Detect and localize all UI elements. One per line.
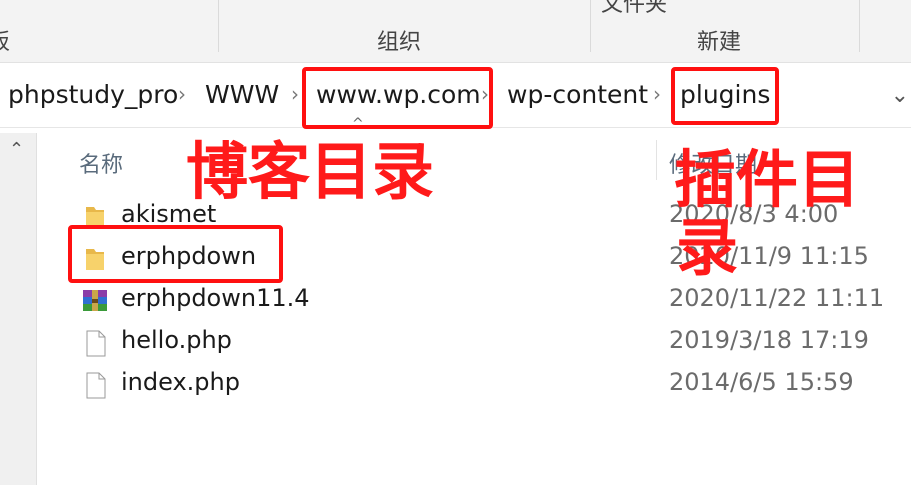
- breadcrumb-wp-content[interactable]: wp-content: [507, 80, 648, 109]
- ribbon-group-organize: 组织: [377, 30, 422, 55]
- ribbon-divider: [218, 0, 219, 52]
- breadcrumb-www[interactable]: WWW: [205, 80, 279, 109]
- chevron-right-icon[interactable]: ›: [653, 82, 661, 106]
- file-date: 2019/3/18 17:19: [669, 326, 869, 354]
- file-icon: [86, 330, 106, 357]
- ribbon-new-folder-label[interactable]: 文件夹: [601, 0, 667, 18]
- annotation-box-blog-dir: [302, 67, 493, 129]
- ribbon-divider: [590, 0, 591, 52]
- archive-icon: [83, 290, 107, 311]
- ribbon-group-fragment: 板: [0, 24, 10, 56]
- annotation-plugin-directory-line2: 录: [676, 211, 739, 284]
- annotation-box-erphpdown: [68, 225, 283, 283]
- annotation-plugin-directory-line1: 插件目: [674, 143, 861, 216]
- chevron-right-icon[interactable]: ›: [178, 82, 186, 106]
- chevron-down-icon[interactable]: ⌄: [891, 83, 909, 108]
- file-icon: [86, 372, 106, 399]
- chevron-right-icon[interactable]: ›: [291, 82, 299, 106]
- annotation-blog-directory: 博客目录: [186, 135, 435, 208]
- breadcrumb-phpstudy-pro[interactable]: phpstudy_pro: [8, 80, 178, 109]
- ribbon-divider: [859, 0, 860, 52]
- ribbon: 板 组织 文件夹 新建: [0, 0, 911, 63]
- ribbon-group-new: 新建: [697, 30, 742, 55]
- vertical-scrollbar[interactable]: ⌃: [0, 133, 37, 485]
- scroll-up-icon[interactable]: ⌃: [9, 139, 24, 160]
- column-divider[interactable]: [656, 140, 657, 180]
- column-header-name[interactable]: 名称: [79, 147, 123, 179]
- file-name: hello.php: [121, 326, 232, 354]
- file-row[interactable]: hello.php 2019/3/18 17:19: [80, 323, 880, 363]
- file-name: index.php: [121, 368, 240, 396]
- annotation-box-plugins: [671, 67, 779, 125]
- file-row[interactable]: erphpdown11.4 2020/11/22 11:11: [80, 281, 884, 321]
- file-date: 2020/11/22 11:11: [669, 284, 885, 312]
- file-row[interactable]: index.php 2014/6/5 15:59: [80, 365, 880, 405]
- file-date: 2014/6/5 15:59: [669, 368, 854, 396]
- file-name: erphpdown11.4: [121, 284, 310, 312]
